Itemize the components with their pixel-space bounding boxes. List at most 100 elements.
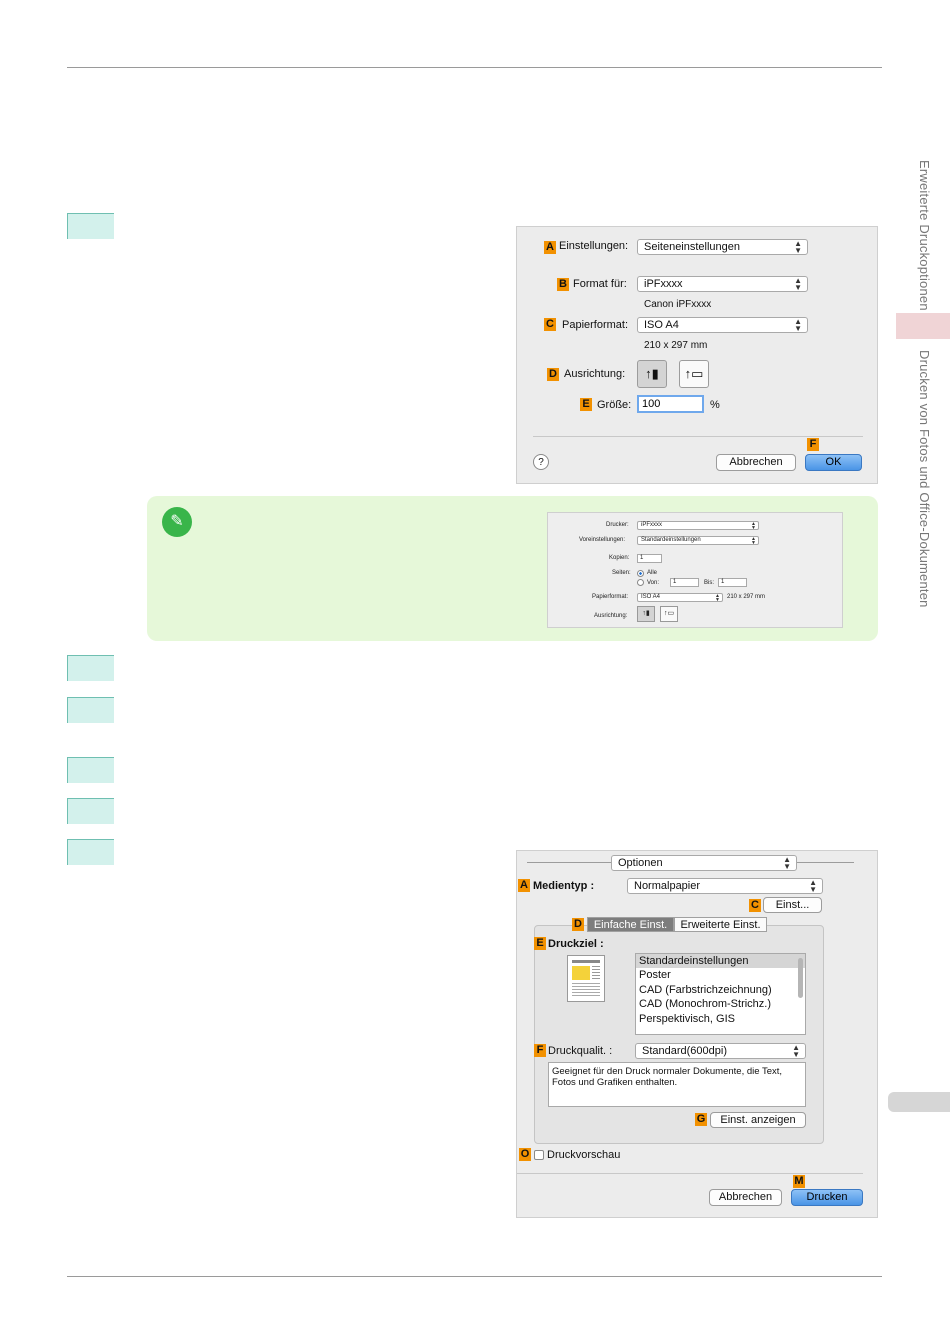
mini-voreinstellungen-popup: Standardeinstellungen ▲ ▼ [637,536,759,546]
mini-papierformat-popup: ISO A4 ▲ ▼ [637,593,723,603]
step-marker-3 [67,697,114,723]
badge-m: M [793,1175,805,1188]
mini-seiten-label: Seiten: [612,570,631,576]
druckqualitaet-popup[interactable]: Standard(600dpi) ▲ ▼ [635,1043,806,1059]
mini-von-field: 1 [670,578,699,587]
mini-ausrichtung-label: Ausrichtung: [594,613,628,619]
print-button[interactable]: Drucken [791,1189,863,1206]
einstellungen-label: Einstellungen: [559,240,629,252]
badge-b: B [557,278,569,291]
print-dialog-thumbnail: Drucker: iPFxxxx ▲ ▼ Voreinstellungen: Sta… [547,512,843,628]
popup-arrows-icon: ▲ ▼ [792,1043,800,1059]
popup-arrows-icon: ▲ ▼ [794,317,802,333]
badge-o: O [519,1148,531,1161]
list-item[interactable]: Perspektivisch, GIS [636,1012,805,1026]
mini-kopien-field: 1 [637,554,662,563]
badge-e: E [534,937,546,950]
optionen-line-left [527,862,611,863]
groesse-input[interactable] [637,395,704,413]
pencil-icon: ✎ [162,507,192,537]
quality-description: Geeignet für den Druck normaler Dokument… [548,1062,806,1107]
mini-seiten-von: Von: [647,580,660,586]
popup-arrows-icon: ▲ ▼ [794,276,802,292]
step-marker-2 [67,655,114,681]
tab-erweiterte-einst[interactable]: Erweiterte Einst. [674,917,767,932]
badge-f: F [807,438,819,451]
cancel-button[interactable]: Abbrechen [716,454,796,471]
einst-button[interactable]: Einst... [763,897,822,913]
print-options-dialog: Optionen ▲ ▼ A Medientyp : Normalpapier ▲… [516,850,878,1218]
badge-c: C [749,899,761,912]
mini-radio-alle [637,570,644,577]
medientyp-popup[interactable]: Normalpapier ▲ ▼ [627,878,823,894]
medientyp-label: Medientyp : [533,880,595,892]
list-scrollbar[interactable] [798,958,803,998]
mini-drucker-label: Drucker: [606,522,629,528]
list-item[interactable]: Standardeinstellungen [636,954,805,969]
mini-radio-von [637,579,644,586]
mini-drucker-popup: iPFxxxx ▲ ▼ [637,521,759,531]
format-popup[interactable]: iPFxxxx ▲ ▼ [637,276,808,292]
ausrichtung-label: Ausrichtung: [564,368,626,380]
landscape-icon: ↑▭ [684,366,704,381]
mini-portrait-icon: ↑▮ [637,606,655,622]
optionen-popup[interactable]: Optionen ▲ ▼ [611,855,797,871]
mini-bis-field: 1 [718,578,747,587]
format-sub: Canon iPFxxxx [644,299,712,310]
format-label: Format für: [573,278,627,290]
badge-a: A [544,241,556,254]
step-marker-5 [67,798,114,824]
badge-d: D [572,918,584,931]
groesse-label: Größe: [597,399,632,411]
badge-g: G [695,1113,707,1126]
badge-e: E [580,398,592,411]
step-marker-1 [67,213,114,239]
mini-papierformat-size: 210 x 297 mm [727,594,766,600]
badge-a: A [518,879,530,892]
mini-landscape-icon: ↑▭ [660,606,678,622]
dialog-separator [533,436,863,437]
landscape-orientation-button[interactable]: ↑▭ [679,360,709,388]
druckqualitaet-label: Druckqualit. : [548,1045,613,1057]
einst-anzeigen-button[interactable]: Einst. anzeigen [710,1112,806,1128]
sidebar-section-bottom: Drucken von Fotos und Office-Dokumenten [917,350,932,608]
bottom-rule [67,1276,882,1277]
sidebar-page-tab [888,1092,950,1112]
badge-f: F [534,1044,546,1057]
druckvorschau-label: Druckvorschau [547,1149,621,1161]
badge-d: D [547,368,559,381]
list-item[interactable]: Poster [636,968,805,982]
ok-button[interactable]: OK [805,454,862,471]
druckziel-label: Druckziel : [548,938,604,950]
mini-seiten-alle: Alle [647,570,658,576]
portrait-orientation-button[interactable]: ↑▮ [637,360,667,388]
druckvorschau-checkbox[interactable] [534,1150,544,1160]
mini-papierformat-label: Papierformat: [592,594,629,600]
sidebar-active-tab [896,313,950,339]
sidebar-section-top: Erweiterte Druckoptionen [917,160,932,311]
mini-voreinstellungen-label: Voreinstellungen: [579,537,626,543]
step-marker-6 [67,839,114,865]
einstellungen-popup[interactable]: Seiteneinstellungen ▲ ▼ [637,239,808,255]
badge-c: C [544,318,556,331]
step-marker-4 [67,757,114,783]
list-item[interactable]: CAD (Farbstrichzeichnung) [636,983,805,997]
mini-kopien-label: Kopien: [609,555,630,561]
list-item[interactable]: CAD (Monochrom-Strichz.) [636,997,805,1011]
top-rule [67,67,882,68]
tab-einfache-einst[interactable]: Einfache Einst. [587,917,674,932]
popup-arrows-icon: ▲ ▼ [783,855,791,871]
page-setup-dialog: A Einstellungen: Seiteneinstellungen ▲ ▼ … [516,226,878,484]
druckziel-list[interactable]: Standardeinstellungen Poster CAD (Farbst… [635,953,806,1035]
dialog-separator [517,1173,863,1174]
note-box: ✎ Drucker: iPFxxxx ▲ ▼ Voreinstellungen: S… [147,496,878,641]
papierformat-label: Papierformat: [562,319,629,331]
optionen-line-right [797,862,854,863]
popup-arrows-icon: ▲ ▼ [809,878,817,894]
mini-bis-label: Bis: [704,580,715,586]
portrait-icon: ↑▮ [645,366,659,381]
help-button[interactable]: ? [533,454,549,470]
papierformat-popup[interactable]: ISO A4 ▲ ▼ [637,317,808,333]
groesse-unit: % [710,399,720,411]
cancel-button[interactable]: Abbrechen [709,1189,782,1206]
